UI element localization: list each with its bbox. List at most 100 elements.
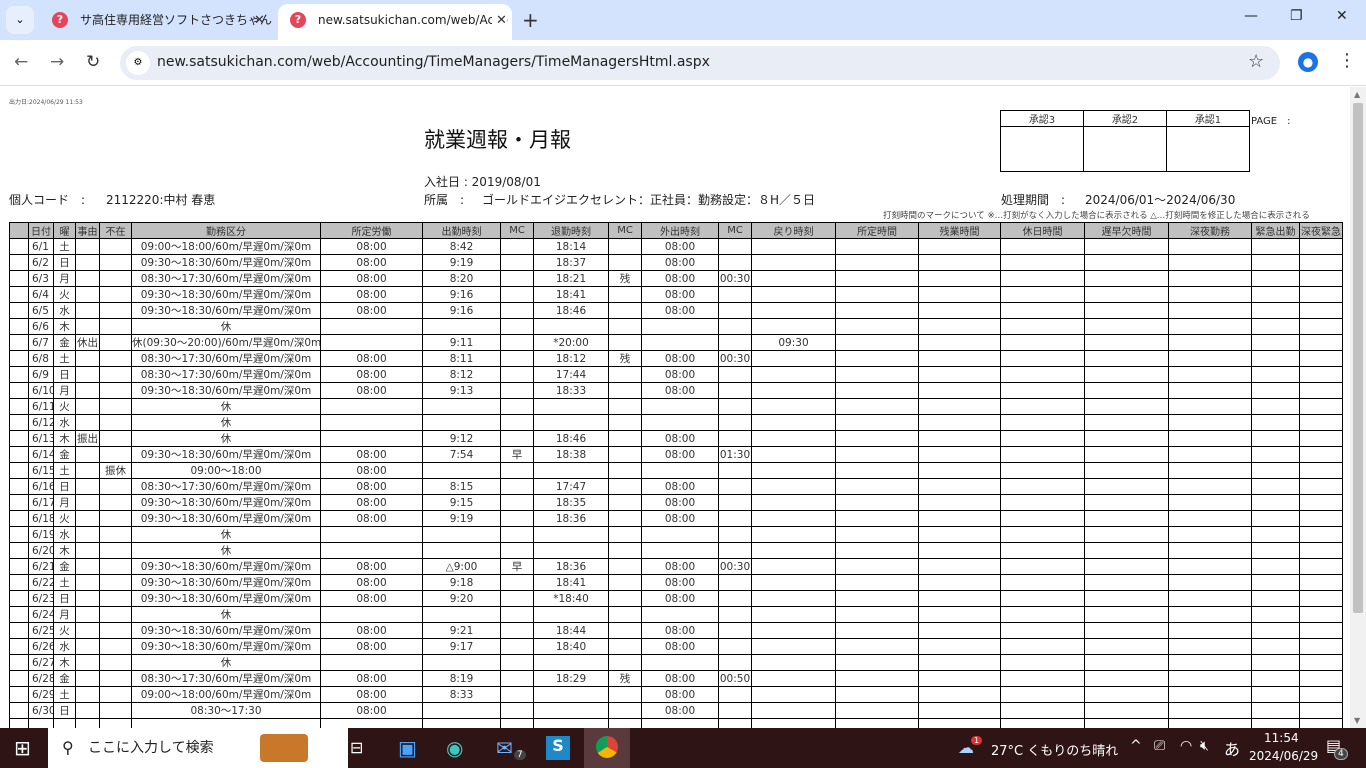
close-window-icon[interactable]: ✕ [1336,8,1348,24]
new-tab-icon[interactable]: + [522,8,539,32]
table-cell: 9:18 [422,574,501,591]
clock-date[interactable]: 2024/06/29 [1249,749,1318,763]
table-cell: 休 [131,526,321,543]
table-cell [9,382,29,399]
table-cell: 月 [53,606,76,623]
table-cell: 08:00 [320,702,423,719]
table-cell [1251,590,1300,607]
table-cell [608,430,642,447]
table-cell [500,430,534,447]
table-row: 6/28 金 08:30～17:30/60m/早遅0m/深0m 08:00 8:19 18… [9,670,1343,687]
scroll-up-icon[interactable]: ▲ [1354,90,1360,99]
mail-icon[interactable]: ✉ [496,736,513,760]
scrollbar-thumb[interactable] [1353,103,1363,613]
table-cell [1084,350,1169,367]
table-cell [918,398,1001,415]
satsuki-app-icon[interactable]: S [546,736,570,760]
windows-start-icon[interactable]: ⊞ [14,736,31,760]
site-info-icon[interactable]: ⚙ [126,51,150,75]
table-row: 6/21 金 09:30～18:30/60m/早遅0m/深0m 08:00 △9:00 早… [9,558,1343,575]
table-cell [1299,622,1343,639]
clock-time[interactable]: 11:54 [1264,731,1299,745]
table-cell: 振休 [99,462,132,479]
table-cell [1251,542,1300,559]
bookmark-star-icon[interactable]: ☆ [1248,51,1264,72]
table-cell: 木 [53,318,76,335]
table-cell [1084,590,1169,607]
table-cell [1251,702,1300,719]
table-cell [751,462,836,479]
task-view-icon[interactable]: ⊟ [350,738,363,757]
close-tab-icon[interactable]: ✕ [254,14,265,28]
table-cell: 休出 [75,334,100,351]
table-cell [751,238,836,255]
chevron-up-icon[interactable]: ^ [1130,738,1142,754]
table-cell: 8:11 [422,350,501,367]
close-tab-icon[interactable]: ✕ [492,14,507,28]
table-cell [1084,254,1169,271]
table-cell [1000,254,1085,271]
table-cell [1299,446,1343,463]
weather-text[interactable]: 27°C くもりのち晴れ [991,740,1118,759]
edge-icon[interactable]: ◉ [446,736,463,760]
table-cell: 6/13 [28,430,54,447]
mute-icon[interactable]: 🔇︎ [1200,738,1209,754]
table-cell: 6/16 [28,478,54,495]
table-cell [608,478,642,495]
vertical-scrollbar[interactable]: ▲ ▼ [1350,87,1366,728]
table-cell [718,526,752,543]
chrome-taskbar-button[interactable] [584,728,630,768]
table-cell [1000,574,1085,591]
ime-indicator[interactable]: あ [1224,736,1240,760]
table-cell [835,318,919,335]
store-icon[interactable]: ▣ [398,736,417,760]
table-cell: 09:30～18:30/60m/早遅0m/深0m [131,638,321,655]
maximize-icon[interactable]: ❐ [1290,8,1303,24]
tab-time-managers[interactable]: ? new.satsukichan.com/web/Acco ✕ [278,4,512,40]
device-icon[interactable]: ⎚ [1154,738,1165,754]
favicon-icon: ? [52,12,68,28]
minimize-icon[interactable]: — [1244,8,1258,24]
table-cell [1299,478,1343,495]
reload-icon[interactable]: ↻ [86,52,100,72]
table-cell: 8:33 [422,686,501,703]
table-cell: 08:00 [641,238,719,255]
table-cell [835,302,919,319]
url-text[interactable]: new.satsukichan.com/web/Accounting/TimeM… [157,54,710,70]
table-cell [835,718,919,728]
table-cell [608,414,642,431]
table-row: 6/18 火 09:30～18:30/60m/早遅0m/深0m 08:00 9:19 18… [9,510,1343,527]
table-cell [1084,462,1169,479]
table-cell [918,254,1001,271]
profile-avatar-icon[interactable]: ● [1298,52,1318,72]
scroll-down-icon[interactable]: ▼ [1354,716,1360,725]
table-cell [751,270,836,287]
table-cell [1251,414,1300,431]
menu-icon[interactable]: ⋮ [1338,50,1356,71]
table-cell [1000,718,1085,728]
table-cell [608,542,642,559]
taskbar-search[interactable]: ⚲ ここに入力して検索 [48,728,348,768]
table-cell [718,478,752,495]
back-icon[interactable]: ← [14,52,28,72]
table-cell [9,526,29,543]
table-cell [835,478,919,495]
table-cell: 01:30 [718,446,752,463]
table-cell [718,398,752,415]
forward-icon[interactable]: → [50,52,64,72]
table-cell [533,542,609,559]
table-cell [9,318,29,335]
wifi-icon[interactable]: ◠ [1180,738,1192,754]
tab-search-button[interactable]: ⌄ [6,6,34,34]
address-bar[interactable]: ⚙ new.satsukichan.com/web/Accounting/Tim… [120,46,1280,80]
table-cell [500,254,534,271]
table-cell: 6/22 [28,574,54,591]
table-cell: 08:00 [320,574,423,591]
table-cell [320,398,423,415]
table-cell [99,414,132,431]
table-cell [422,414,501,431]
table-cell: 08:00 [641,510,719,527]
tab-satsukichan[interactable]: ? サ高住専用経営ソフトさつきちゃん ✕ [40,4,276,40]
table-cell [500,478,534,495]
table-cell [1168,718,1252,728]
